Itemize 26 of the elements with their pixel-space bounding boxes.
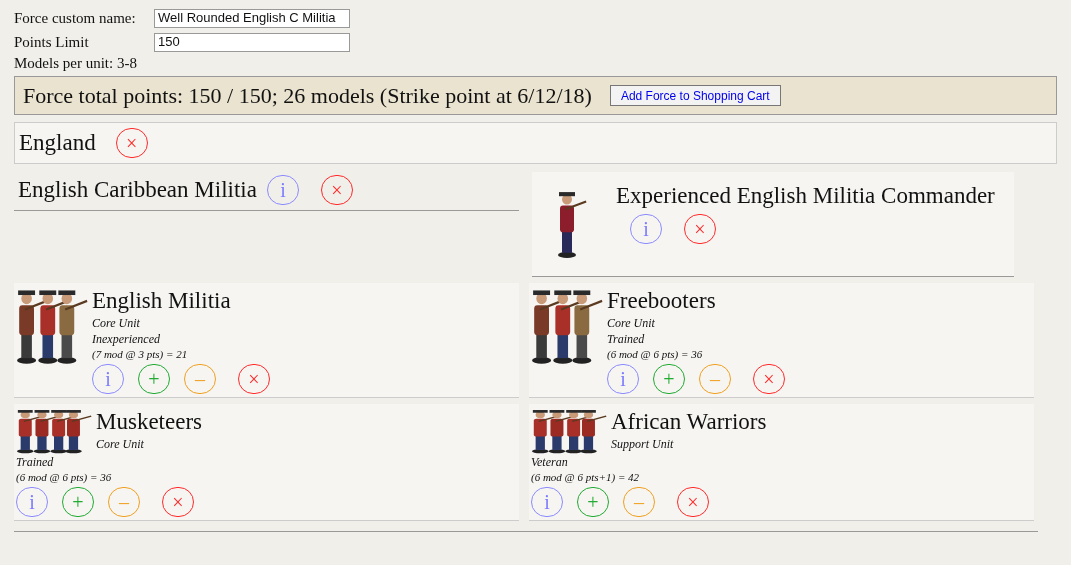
unit-experience: Trained <box>607 332 645 346</box>
unit-cost: (6 mod @ 6 pts) = 36 <box>16 471 112 483</box>
unit-cost: (7 mod @ 3 pts) = 21 <box>92 348 188 360</box>
unit-name: Musketeers <box>96 409 203 434</box>
field-label: Points Limit <box>14 32 90 52</box>
unit-type: Core Unit <box>96 437 144 451</box>
unit-name: Experienced English Militia Commander <box>616 182 995 210</box>
faction-name: England <box>19 128 96 157</box>
add-to-cart-button[interactable]: Add Force to Shopping Cart <box>609 85 781 106</box>
models-per-unit: Models per unit: 3-8 <box>14 54 138 72</box>
unit-experience: Inexperienced <box>92 332 160 346</box>
unit-type: Core Unit <box>92 316 140 330</box>
unit-cost: (6 mod @ 6 pts+1) = 42 <box>531 471 640 483</box>
total-points: Force total points: 150 / 150; 26 models (Strike point at 6/12/18) <box>23 82 592 110</box>
unit-name: English Militia <box>92 288 231 313</box>
field-label: Force custom name: <box>14 8 137 28</box>
unit-experience: Trained <box>16 455 54 469</box>
unit-type: Support Unit <box>611 437 674 451</box>
unit-cost: (6 mod @ 6 pts) = 36 <box>607 348 703 360</box>
unit-name: African Warriors <box>611 409 767 434</box>
unit-type: Core Unit <box>607 316 655 330</box>
text-field[interactable]: 150 <box>154 32 350 52</box>
unit-name: Freebooters <box>607 288 716 313</box>
text-field[interactable]: Well Rounded English C Militia <box>154 8 350 28</box>
unit-name: English Caribbean Militia <box>18 175 257 204</box>
unit-experience: Veteran <box>531 455 568 469</box>
